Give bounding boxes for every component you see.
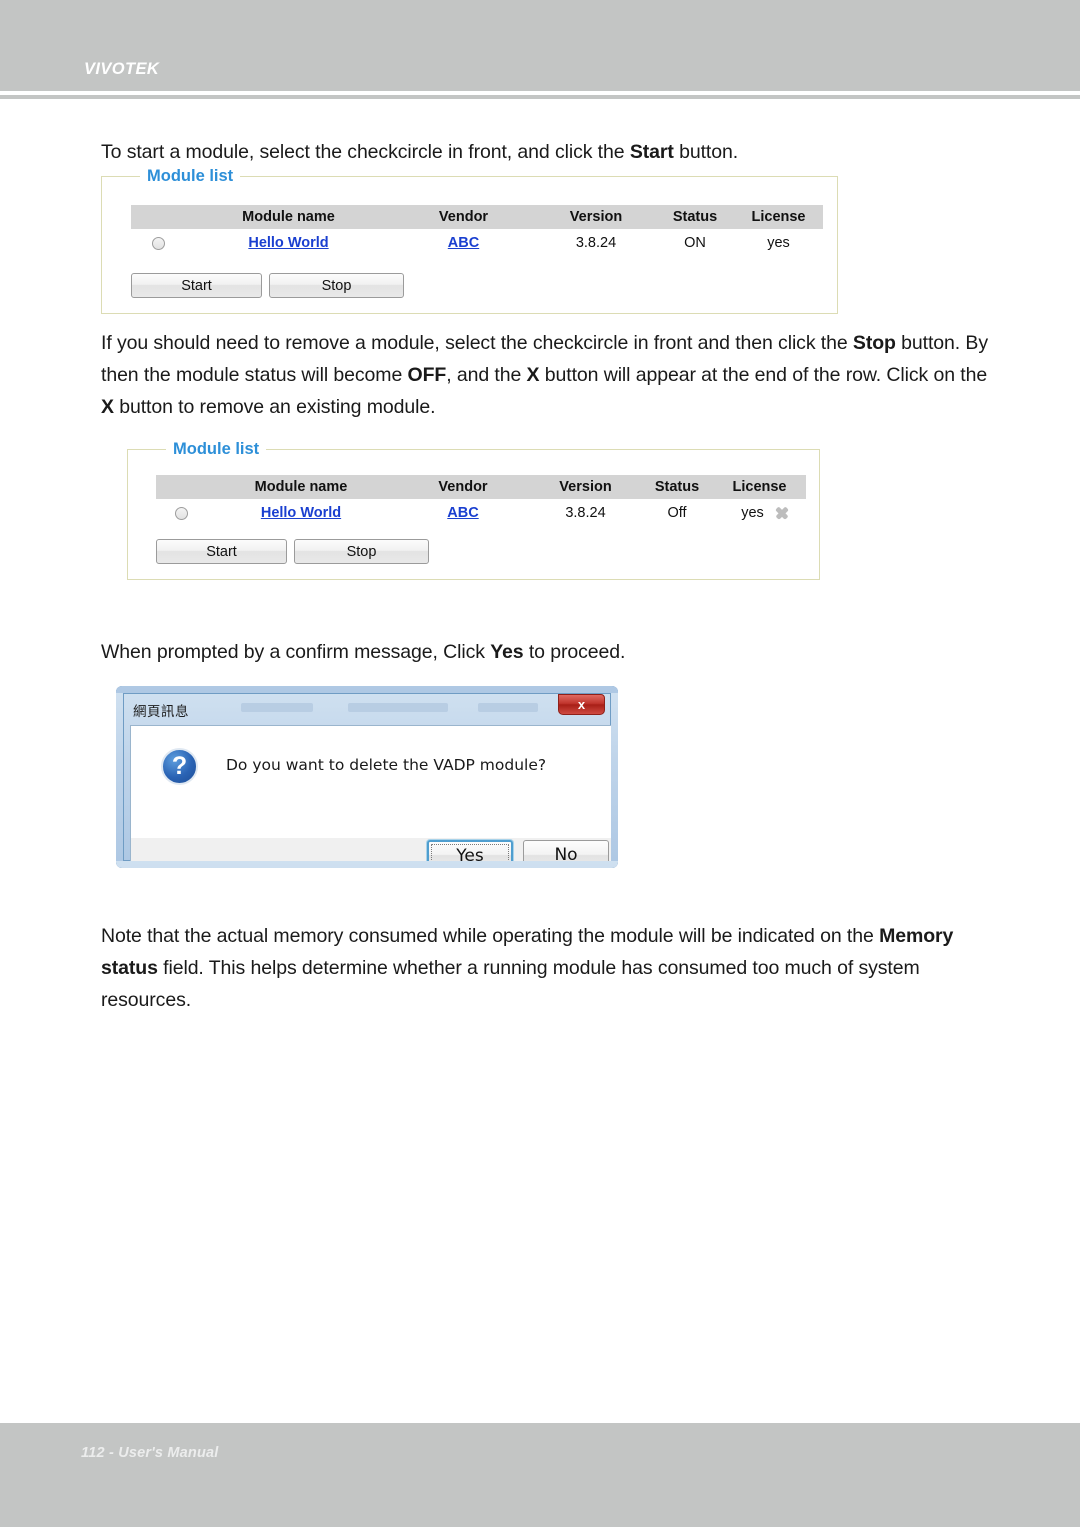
module-list-legend-1: Module list bbox=[140, 166, 241, 186]
text-prompt-pre: When prompted by a confirm message, Clic… bbox=[101, 641, 491, 663]
cell-version: 3.8.24 bbox=[565, 505, 606, 521]
col-status: Status bbox=[641, 475, 713, 499]
table-header-row: Module name Vendor Version Status Licens… bbox=[156, 475, 806, 499]
dialog-message: Do you want to delete the VADP module? bbox=[226, 756, 547, 774]
stop-button-2[interactable]: Stop bbox=[294, 539, 429, 564]
table-header-row: Module name Vendor Version Status Licens… bbox=[131, 205, 823, 229]
delete-module-x-icon[interactable] bbox=[775, 506, 789, 520]
text-start-post: button. bbox=[673, 141, 739, 163]
cell-status: ON bbox=[684, 235, 706, 251]
col-version: Version bbox=[536, 205, 656, 229]
dialog-no-button[interactable]: No bbox=[523, 840, 609, 861]
dialog-footer: Yes No bbox=[130, 838, 611, 861]
row-radio-cell[interactable] bbox=[156, 499, 206, 527]
header-divider bbox=[0, 95, 1080, 99]
dialog-title-ghost-3 bbox=[478, 703, 538, 712]
stop-button-1[interactable]: Stop bbox=[269, 273, 404, 298]
col-version: Version bbox=[530, 475, 641, 499]
license-value: yes bbox=[741, 505, 764, 521]
page-header-bar: VIVOTEK bbox=[0, 0, 1080, 91]
cell-license: yes bbox=[767, 235, 790, 251]
vendor-link[interactable]: ABC bbox=[448, 235, 479, 251]
dialog-yes-button[interactable]: Yes bbox=[427, 840, 513, 861]
col-selector bbox=[131, 205, 186, 229]
page-footer-bar bbox=[0, 1423, 1080, 1527]
text-remove-b3: X bbox=[526, 364, 540, 386]
dialog-title-ghost-1 bbox=[241, 703, 313, 712]
text-remove-b1: Stop bbox=[852, 332, 896, 354]
paragraph-confirm-prompt: When prompted by a confirm message, Clic… bbox=[101, 636, 981, 668]
cell-module-name: Hello World bbox=[186, 229, 391, 257]
module-radio-icon[interactable] bbox=[174, 506, 188, 520]
text-remove-p5: button to remove an existing module. bbox=[113, 396, 436, 418]
cell-version: 3.8.24 bbox=[575, 235, 617, 251]
module-name-link[interactable]: Hello World bbox=[248, 235, 328, 251]
cell-vendor: ABC bbox=[391, 229, 536, 257]
cell-status: Off bbox=[667, 505, 687, 521]
text-start-bold: Start bbox=[629, 141, 674, 163]
module-name-link[interactable]: Hello World bbox=[261, 505, 341, 521]
confirm-dialog: 網頁訊息 x ? Do you want to delete the VADP … bbox=[116, 686, 618, 868]
module-table-1: Module name Vendor Version Status Licens… bbox=[131, 205, 823, 257]
dialog-yes-label: Yes bbox=[431, 844, 509, 861]
table-row: Hello World ABC 3.8.24 Off yes bbox=[156, 499, 806, 527]
col-license: License bbox=[734, 205, 823, 229]
text-remove-p1: If you should need to remove a module, s… bbox=[101, 332, 853, 354]
col-license: License bbox=[713, 475, 806, 499]
text-note-p1: Note that the actual memory consumed whi… bbox=[101, 925, 880, 947]
col-status: Status bbox=[656, 205, 734, 229]
row-radio-cell[interactable] bbox=[131, 229, 186, 257]
col-module-name: Module name bbox=[186, 205, 391, 229]
paragraph-remove-module: If you should need to remove a module, s… bbox=[101, 327, 991, 423]
vivotek-logo: VIVOTEK bbox=[84, 60, 160, 78]
module-radio-icon[interactable] bbox=[152, 236, 165, 250]
text-remove-b4: X bbox=[101, 396, 114, 418]
module-table-2: Module name Vendor Version Status Licens… bbox=[156, 475, 806, 527]
text-start-pre: To start a module, select the checkcircl… bbox=[101, 141, 630, 163]
col-selector bbox=[156, 475, 206, 499]
vendor-link[interactable]: ABC bbox=[447, 505, 478, 521]
text-note-p2: field. This helps determine whether a ru… bbox=[101, 957, 920, 1011]
dialog-title-ghost-2 bbox=[348, 703, 448, 712]
dialog-close-icon[interactable]: x bbox=[558, 694, 605, 715]
module-list-legend-2: Module list bbox=[166, 439, 267, 459]
col-vendor: Vendor bbox=[391, 205, 536, 229]
text-remove-b2: OFF bbox=[407, 364, 447, 386]
dialog-titlebar[interactable]: 網頁訊息 x bbox=[123, 693, 611, 725]
text-prompt-bold: Yes bbox=[490, 641, 524, 663]
cell-license: yes bbox=[713, 499, 806, 527]
paragraph-start-module: To start a module, select the checkcircl… bbox=[101, 136, 981, 168]
dialog-body: ? Do you want to delete the VADP module? bbox=[130, 725, 611, 839]
start-button-1[interactable]: Start bbox=[131, 273, 262, 298]
cell-module-name: Hello World bbox=[206, 499, 396, 527]
paragraph-memory-note: Note that the actual memory consumed whi… bbox=[101, 920, 1001, 1016]
text-prompt-post: to proceed. bbox=[523, 641, 626, 663]
question-icon: ? bbox=[161, 748, 198, 785]
text-remove-p4: button will appear at the end of the row… bbox=[539, 364, 988, 386]
footer-page-label: 112 - User's Manual bbox=[81, 1445, 219, 1461]
start-button-2[interactable]: Start bbox=[156, 539, 287, 564]
module-list-panel-1: Module list Module name Vendor Version S… bbox=[101, 166, 838, 314]
cell-vendor: ABC bbox=[396, 499, 530, 527]
text-remove-p3: , and the bbox=[446, 364, 527, 386]
dialog-title: 網頁訊息 bbox=[133, 704, 189, 720]
module-list-panel-2: Module list Module name Vendor Version S… bbox=[127, 439, 820, 580]
table-row: Hello World ABC 3.8.24 ON yes bbox=[131, 229, 823, 257]
col-vendor: Vendor bbox=[396, 475, 530, 499]
col-module-name: Module name bbox=[206, 475, 396, 499]
